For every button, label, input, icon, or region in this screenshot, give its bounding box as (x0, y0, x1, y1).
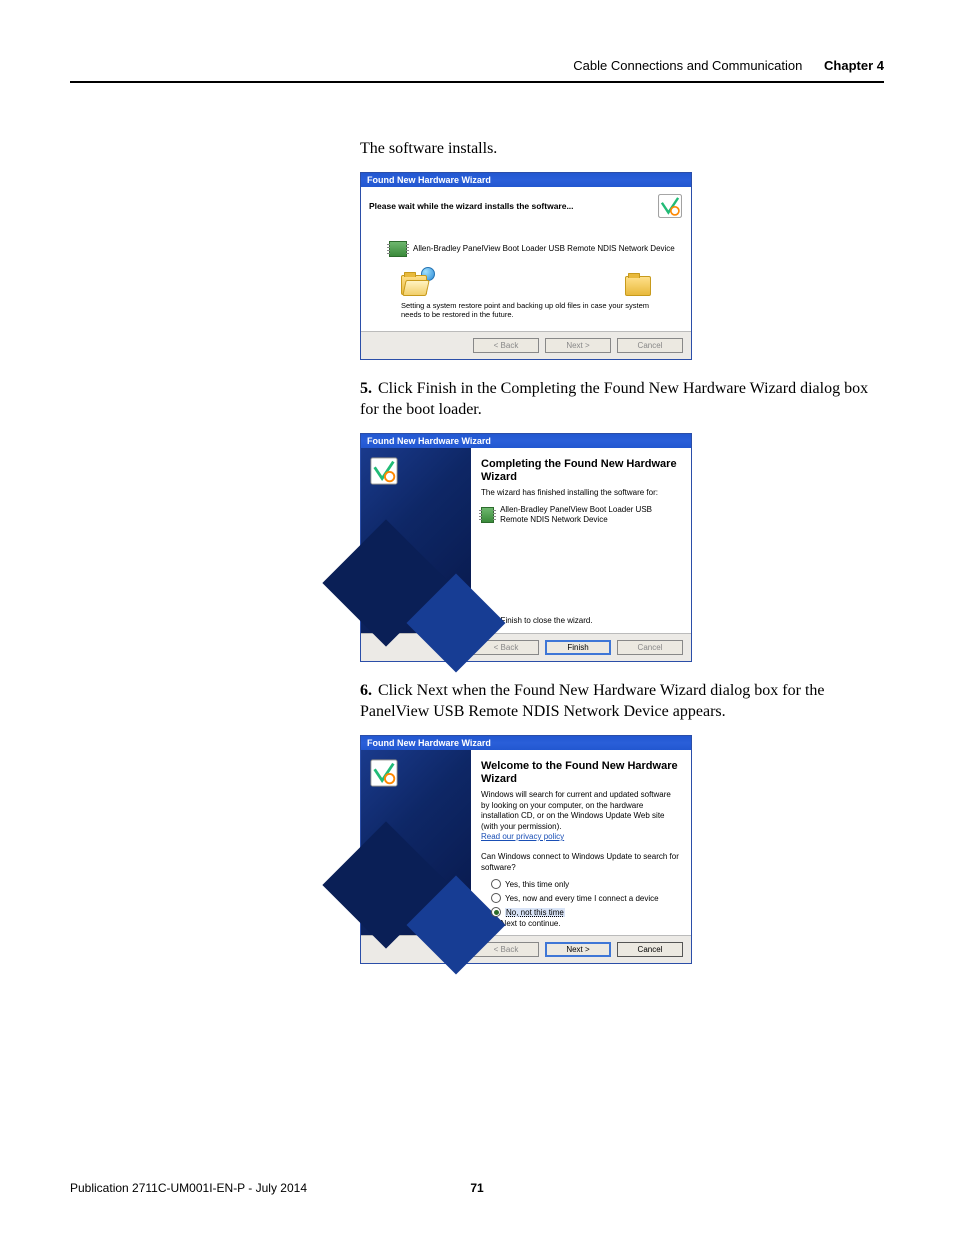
cancel-button[interactable]: Cancel (617, 338, 683, 353)
page-number: 71 (470, 1181, 483, 1195)
wizard-continue-line: Click Next to continue. (481, 919, 681, 929)
wizard-question: Can Windows connect to Windows Update to… (481, 852, 681, 873)
wizard-icon (369, 456, 399, 486)
header-chapter: Chapter 4 (824, 58, 884, 73)
wizard-body-text: Windows will search for current and upda… (481, 790, 681, 832)
device-chip-icon (481, 507, 494, 523)
radio-yes-once[interactable]: Yes, this time only (491, 879, 681, 889)
folder-icon (625, 276, 651, 296)
cancel-button[interactable]: Cancel (617, 942, 683, 957)
wizard-sidebar (361, 750, 471, 936)
cancel-button[interactable]: Cancel (617, 640, 683, 655)
radio-no[interactable]: No, not this time (491, 907, 681, 917)
wizard-status-heading: Please wait while the wizard installs th… (369, 201, 657, 211)
wizard-welcome: Found New Hardware Wizard Welcome to the… (360, 735, 692, 965)
device-label: Allen-Bradley PanelView Boot Loader USB … (500, 505, 681, 526)
radio-icon (491, 907, 501, 917)
folder-open-icon (401, 275, 435, 297)
next-button[interactable]: Next > (545, 338, 611, 353)
page-footer: Publication 2711C-UM001I-EN-P - July 201… (70, 1181, 884, 1195)
radio-icon (491, 893, 501, 903)
wizard-status-detail: Setting a system restore point and backi… (401, 301, 651, 319)
step-6: 6.Click Next when the Found New Hardware… (360, 680, 884, 723)
wizard-close-line: Click Finish to close the wizard. (481, 616, 681, 626)
wizard-subline: The wizard has finished installing the s… (481, 488, 681, 498)
wizard-sidebar (361, 448, 471, 633)
privacy-policy-link[interactable]: Read our privacy policy (481, 832, 681, 842)
wizard-icon (369, 758, 399, 788)
wizard-icon (657, 193, 683, 219)
back-button[interactable]: < Back (473, 338, 539, 353)
wizard-completing: Found New Hardware Wizard Completing the… (360, 433, 692, 662)
device-chip-icon (389, 241, 407, 257)
wizard-heading: Completing the Found New Hardware Wizard (481, 458, 681, 484)
wizard-titlebar: Found New Hardware Wizard (361, 736, 691, 750)
publication-id: Publication 2711C-UM001I-EN-P - July 201… (70, 1181, 307, 1195)
wizard-titlebar: Found New Hardware Wizard (361, 434, 691, 448)
step-5: 5.Click Finish in the Completing the Fou… (360, 378, 884, 421)
device-label: Allen-Bradley PanelView Boot Loader USB … (413, 244, 675, 253)
radio-icon (491, 879, 501, 889)
finish-button[interactable]: Finish (545, 640, 611, 655)
header-section: Cable Connections and Communication (573, 58, 802, 73)
wizard-installing: Found New Hardware Wizard Please wait wh… (360, 172, 692, 360)
next-button[interactable]: Next > (545, 942, 611, 957)
radio-yes-always[interactable]: Yes, now and every time I connect a devi… (491, 893, 681, 903)
intro-paragraph: The software installs. (360, 138, 884, 160)
wizard-titlebar: Found New Hardware Wizard (361, 173, 691, 187)
wizard-heading: Welcome to the Found New Hardware Wizard (481, 760, 681, 786)
page-header: Cable Connections and Communication Chap… (70, 58, 884, 83)
